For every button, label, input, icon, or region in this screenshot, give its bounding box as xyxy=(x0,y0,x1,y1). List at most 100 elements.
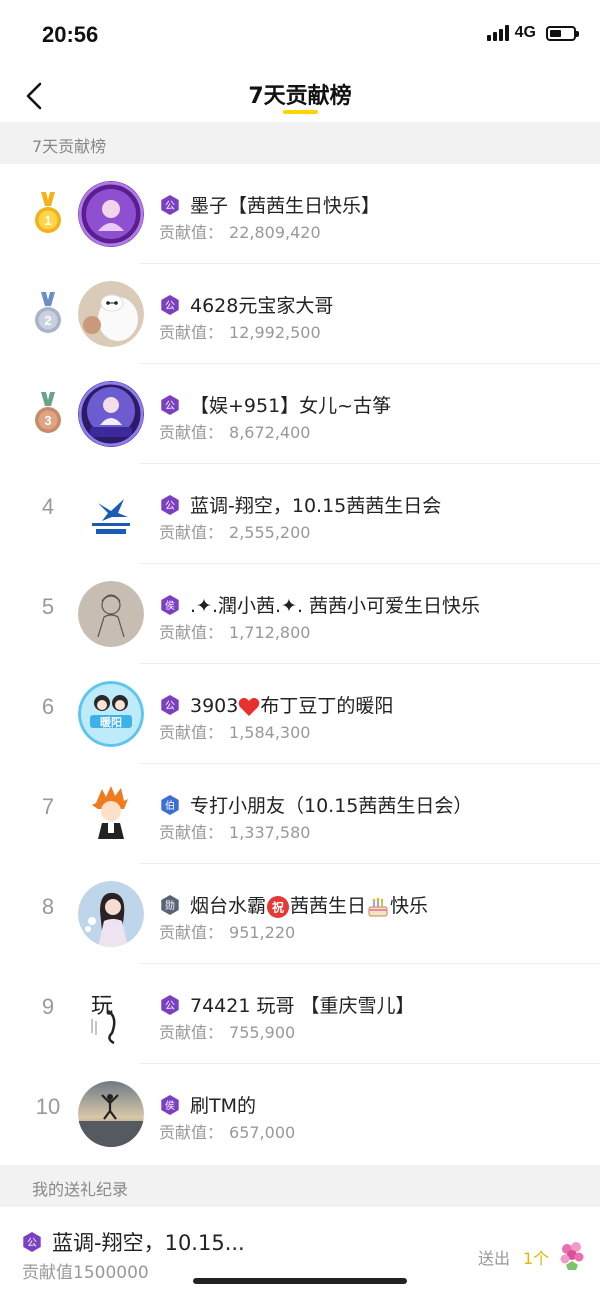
leaderboard-list: 1 公 墨子【茜茜生日快乐】 贡献值： 22,809,420 2 公 4628元… xyxy=(0,164,600,1164)
svg-text:祝: 祝 xyxy=(272,899,284,914)
leaderboard-row[interactable]: 6 暖阳 公 3903 布丁豆丁的暖阳 贡献值： 1,584,300 xyxy=(0,664,600,764)
score-label: 贡献值： xyxy=(159,423,224,442)
status-bar: 20:56 4G xyxy=(0,0,600,70)
svg-text:公: 公 xyxy=(165,201,175,212)
rank-number: 7 xyxy=(41,794,55,819)
leaderboard-row[interactable]: 3 公 【娱+951】女儿~古筝 贡献值： 8,672,400 xyxy=(0,364,600,464)
noble-badge-icon: 侯 xyxy=(161,594,179,615)
purple-frame-avatar-icon xyxy=(78,381,144,447)
name-line: 侯 刷TM的 xyxy=(160,1091,256,1118)
name-line: 伯 专打小朋友（10.15茜茜生日会） xyxy=(160,791,472,818)
avatar[interactable] xyxy=(78,281,144,347)
user-name-part: 3903 xyxy=(190,695,239,717)
score-value: 2,555,200 xyxy=(229,523,311,542)
user-name-part: 布丁豆丁的暖阳 xyxy=(260,695,394,717)
my-name-line: 公 蓝调-翔空，10.15... xyxy=(22,1227,245,1257)
user-name: 74421 玩哥 【重庆雪儿】 xyxy=(190,995,415,1017)
noble-badge-icon: 公 xyxy=(161,694,179,715)
noble-badge-icon: 伯 xyxy=(161,794,179,815)
svg-text:3: 3 xyxy=(44,413,51,428)
score-value: 1,337,580 xyxy=(229,823,311,842)
flower-gift-icon xyxy=(560,1242,584,1270)
contribution-score: 贡献值： 12,992,500 xyxy=(159,319,321,343)
leaderboard-row[interactable]: 5 侯 .✦.潤小茜.✦. 茜茜小可爱生日快乐 贡献值： 1,712,800 xyxy=(0,564,600,664)
contribution-score: 贡献值： 1,337,580 xyxy=(159,819,310,843)
user-name: 专打小朋友（10.15茜茜生日会） xyxy=(190,795,473,817)
contribution-score: 贡献值： 1,584,300 xyxy=(159,719,310,743)
leaderboard-row[interactable]: 8 勋 烟台水霸祝茜茜生日 快乐 贡献值： 951,220 xyxy=(0,864,600,964)
noble-badge-icon: 公 xyxy=(161,994,179,1015)
user-name: 3903 布丁豆丁的暖阳 xyxy=(190,691,393,718)
score-value: 12,992,500 xyxy=(229,323,321,342)
rank-number: 6 xyxy=(41,694,55,719)
avatar[interactable] xyxy=(78,481,144,547)
score-label: 贡献值： xyxy=(159,623,224,642)
page-title: 7天贡献榜 xyxy=(248,84,352,109)
leaderboard-row[interactable]: 2 公 4628元宝家大哥 贡献值： 12,992,500 xyxy=(0,264,600,364)
my-record-section-header: 我的送礼纪录 xyxy=(0,1165,600,1207)
leaderboard-row[interactable]: 7 伯 专打小朋友（10.15茜茜生日会） 贡献值： 1,337,580 xyxy=(0,764,600,864)
battery-icon xyxy=(546,25,579,41)
my-contribution-score: 贡献值1500000 xyxy=(22,1263,149,1283)
avatar[interactable] xyxy=(78,781,144,847)
avatar[interactable] xyxy=(78,381,144,447)
score-label: 贡献值： xyxy=(159,523,224,542)
leaderboard-section-header: 7天贡献榜 xyxy=(0,122,600,164)
score-label: 贡献值： xyxy=(159,1023,224,1042)
avatar[interactable] xyxy=(78,881,144,947)
noble-badge-icon: 侯 xyxy=(161,1094,179,1115)
svg-text:勋: 勋 xyxy=(165,899,175,912)
svg-text:公: 公 xyxy=(165,501,175,512)
contribution-score: 贡献值： 951,220 xyxy=(159,919,295,943)
leaderboard-header-label: 7天贡献榜 xyxy=(32,137,107,156)
noble-badge-icon: 公 xyxy=(161,294,179,315)
user-name: 蓝调-翔空，10.15茜茜生日会 xyxy=(190,495,442,517)
rank-number: 9 xyxy=(41,994,55,1019)
score-value: 755,900 xyxy=(229,1023,296,1042)
white-robot-avatar-icon xyxy=(78,281,144,347)
anime-boy-avatar-icon xyxy=(78,781,144,847)
leaderboard-row[interactable]: 9 玩 公 74421 玩哥 【重庆雪儿】 贡献值： 755,900 xyxy=(0,964,600,1064)
rank-number: 10 xyxy=(35,1094,61,1119)
nav-bar: 7天贡献榜 xyxy=(0,70,600,122)
user-name: 刷TM的 xyxy=(190,1095,256,1117)
name-line: 公 墨子【茜茜生日快乐】 xyxy=(160,191,380,218)
rank-number: 4 xyxy=(41,494,55,519)
noble-badge-icon: 公 xyxy=(161,194,179,215)
avatar[interactable]: 玩 xyxy=(78,981,144,1047)
svg-text:玩: 玩 xyxy=(91,994,113,1019)
user-name-part: 快乐 xyxy=(390,895,429,917)
svg-text:公: 公 xyxy=(165,701,175,712)
name-line: 勋 烟台水霸祝茜茜生日 快乐 xyxy=(160,891,428,919)
two-girls-avatar-icon: 暖阳 xyxy=(78,681,144,747)
score-value: 8,672,400 xyxy=(229,423,311,442)
user-name-part: 茜茜生日 xyxy=(290,895,367,917)
contribution-score: 贡献值： 755,900 xyxy=(159,1019,295,1043)
avatar[interactable] xyxy=(78,181,144,247)
svg-text:1: 1 xyxy=(44,213,51,228)
score-label: 贡献值： xyxy=(159,223,224,242)
leaderboard-row[interactable]: 1 公 墨子【茜茜生日快乐】 贡献值： 22,809,420 xyxy=(0,164,600,264)
score-value: 1,712,800 xyxy=(229,623,311,642)
birthday-cake-icon xyxy=(368,897,388,916)
rank-number: 8 xyxy=(41,894,55,919)
contribution-score: 贡献值： 1,712,800 xyxy=(159,619,310,643)
name-line: 公 4628元宝家大哥 xyxy=(160,291,333,318)
sketch-avatar-icon xyxy=(78,581,144,647)
silver-medal-icon: 2 xyxy=(35,292,61,333)
leaderboard-row[interactable]: 4 公 蓝调-翔空，10.15茜茜生日会 贡献值： 2,555,200 xyxy=(0,464,600,564)
svg-text:公: 公 xyxy=(165,301,175,312)
svg-text:2: 2 xyxy=(44,313,51,328)
avatar[interactable] xyxy=(78,581,144,647)
blues-media-logo-icon xyxy=(78,481,144,547)
contribution-score: 贡献值： 8,672,400 xyxy=(159,419,310,443)
avatar[interactable] xyxy=(78,1081,144,1147)
sent-count: 1个 xyxy=(523,1249,550,1268)
noble-badge-icon: 公 xyxy=(161,394,179,415)
avatar[interactable]: 暖阳 xyxy=(78,681,144,747)
score-label: 贡献值： xyxy=(159,723,224,742)
score-value: 22,809,420 xyxy=(229,223,321,242)
my-gift-record[interactable]: 公 蓝调-翔空，10.15... 贡献值1500000 送出 1个 xyxy=(0,1207,600,1298)
score-label: 贡献值： xyxy=(159,323,224,342)
leaderboard-row[interactable]: 10 侯 刷TM的 贡献值： 657,000 xyxy=(0,1064,600,1164)
